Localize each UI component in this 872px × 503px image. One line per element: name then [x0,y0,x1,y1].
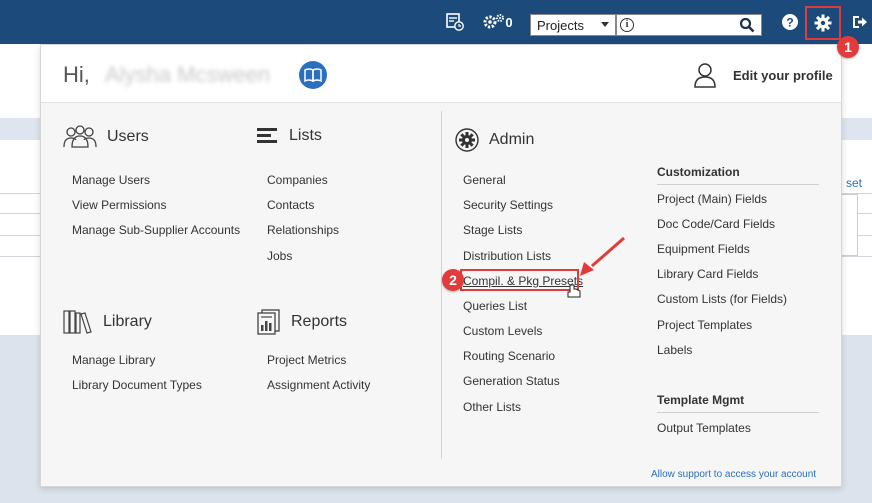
annotation-badge-2: 2 [442,269,464,291]
annotation-badge-1: 1 [837,36,859,58]
hand-cursor-icon [567,284,581,298]
annotation-arrow [591,236,625,268]
annotation-overlay [567,236,625,298]
